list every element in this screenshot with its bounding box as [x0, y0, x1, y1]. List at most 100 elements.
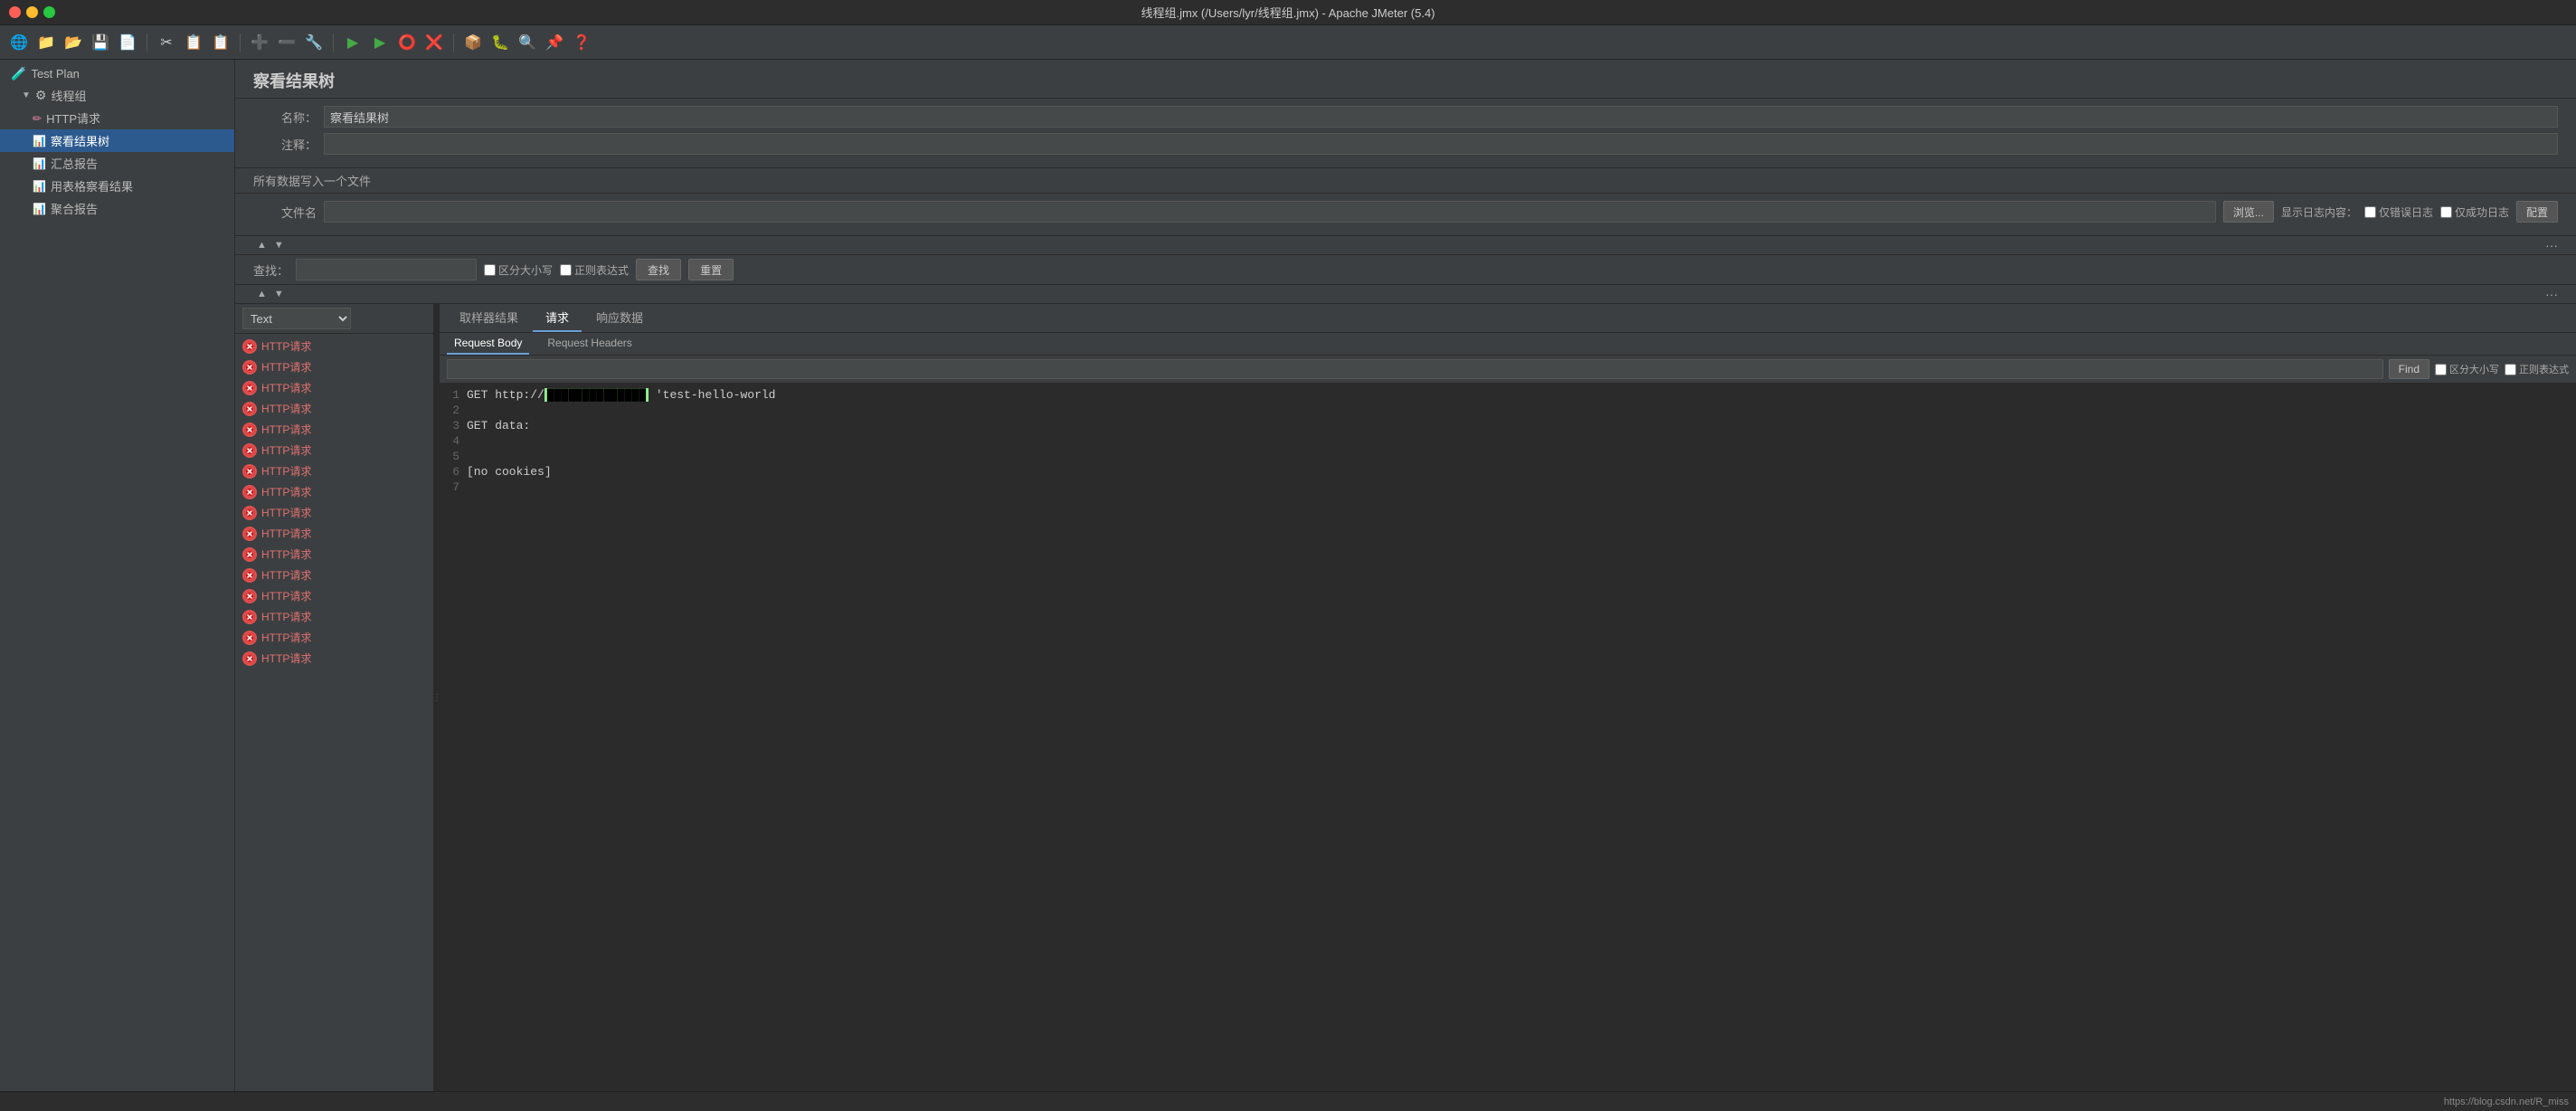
request-item[interactable]: HTTP请求	[235, 523, 433, 544]
sidebar-item-http-request[interactable]: ✏ HTTP请求	[0, 107, 234, 129]
request-item[interactable]: HTTP请求	[235, 440, 433, 461]
comment-input[interactable]	[324, 133, 2558, 155]
toolbar-clear-btn[interactable]: 📦	[461, 31, 485, 54]
browse-button[interactable]: 浏览...	[2223, 201, 2274, 223]
request-item[interactable]: HTTP请求	[235, 648, 433, 669]
find-case-checkbox[interactable]	[2435, 364, 2447, 375]
toolbar-search-btn[interactable]: 🔍	[516, 31, 539, 54]
toolbar-settings-btn[interactable]: 🔧	[302, 31, 326, 54]
toolbar-shutdown-btn[interactable]: ❌	[422, 31, 446, 54]
find-regex-checkbox[interactable]	[2505, 364, 2516, 375]
error-only-check[interactable]: 仅错误日志	[2364, 204, 2433, 220]
toolbar-remote-btn[interactable]: 📌	[543, 31, 566, 54]
tab-response-data[interactable]: 响应数据	[583, 304, 656, 332]
request-label: HTTP请求	[261, 609, 311, 624]
find-input[interactable]	[447, 359, 2383, 379]
sub-tab-request-body[interactable]: Request Body	[447, 333, 529, 355]
request-label: HTTP请求	[261, 567, 311, 583]
toolbar-start-btn[interactable]: ▶	[341, 31, 365, 54]
regex-label: 正则表达式	[574, 262, 629, 278]
request-item[interactable]: HTTP请求	[235, 461, 433, 481]
up-arrow-btn[interactable]: ▲	[253, 238, 270, 252]
tab-sampler-result[interactable]: 取样器结果	[447, 304, 531, 332]
tab-request[interactable]: 请求	[533, 304, 582, 332]
request-item[interactable]: HTTP请求	[235, 356, 433, 377]
search-input[interactable]	[296, 259, 477, 280]
regex-checkbox[interactable]	[560, 264, 572, 276]
format-dropdown[interactable]: Text HTML JSON XML	[242, 308, 351, 329]
sidebar-item-view-results-tree[interactable]: 📊 察看结果树	[0, 129, 234, 152]
find-case-label: 区分大小写	[2449, 362, 2499, 376]
request-item[interactable]: HTTP请求	[235, 565, 433, 585]
toolbar-add-btn[interactable]: ➕	[248, 31, 271, 54]
dropdown-row: Text HTML JSON XML	[235, 304, 433, 334]
error-icon	[242, 485, 257, 499]
code-view: 1 GET http://██████████████ 'test-hello-…	[440, 384, 2576, 1091]
sidebar-item-view-results-table[interactable]: 📊 用表格察看结果	[0, 175, 234, 197]
request-label: HTTP请求	[261, 526, 311, 541]
toolbar-new-btn[interactable]: 🌐	[7, 31, 31, 54]
toolbar-copy-btn[interactable]: 📋	[182, 31, 205, 54]
down-arrow-btn-2[interactable]: ▼	[270, 287, 288, 301]
find-btn[interactable]: Find	[2389, 359, 2429, 379]
toolbar-paste-btn[interactable]: 📋	[209, 31, 232, 54]
request-item[interactable]: HTTP请求	[235, 606, 433, 627]
code-line-3: 3 GET data:	[440, 418, 2576, 433]
error-only-checkbox[interactable]	[2364, 206, 2376, 218]
toolbar-clear-all-btn[interactable]: 🐛	[488, 31, 512, 54]
toolbar-save-btn[interactable]: 💾	[89, 31, 112, 54]
request-item[interactable]: HTTP请求	[235, 377, 433, 398]
filename-input[interactable]	[324, 201, 2216, 223]
sidebar-item-thread-group[interactable]: ▼ ⚙ 线程组	[0, 84, 234, 107]
all-data-row: 所有数据写入一个文件	[235, 168, 2576, 194]
request-item[interactable]: HTTP请求	[235, 627, 433, 648]
all-data-text: 所有数据写入一个文件	[253, 175, 371, 188]
more-options-btn-1[interactable]: ···	[2545, 238, 2558, 252]
request-item[interactable]: HTTP请求	[235, 585, 433, 606]
success-only-check[interactable]: 仅成功日志	[2440, 204, 2509, 220]
toolbar-start-no-pause-btn[interactable]: ▶	[368, 31, 392, 54]
sidebar-item-test-plan[interactable]: 🧪 Test Plan	[0, 63, 234, 84]
more-options-btn-2[interactable]: ···	[2545, 287, 2558, 301]
close-window-button[interactable]	[9, 6, 21, 18]
toolbar-stop-btn[interactable]: ⭕	[395, 31, 419, 54]
find-regex-check[interactable]: 正则表达式	[2505, 362, 2569, 376]
up-arrow-btn-2[interactable]: ▲	[253, 287, 270, 301]
toolbar-help-btn[interactable]: ❓	[570, 31, 593, 54]
down-arrow-btn[interactable]: ▼	[270, 238, 288, 252]
find-button[interactable]: 查找	[636, 259, 681, 280]
sidebar-item-aggregate-report[interactable]: 📊 聚合报告	[0, 197, 234, 220]
sidebar-item-summary-report[interactable]: 📊 汇总报告	[0, 152, 234, 175]
request-item[interactable]: HTTP请求	[235, 544, 433, 565]
toolbar-remove-btn[interactable]: ➖	[275, 31, 298, 54]
request-label: HTTP请求	[261, 338, 311, 354]
sub-tab-request-headers[interactable]: Request Headers	[540, 333, 639, 355]
reset-button[interactable]: 重置	[688, 259, 734, 280]
expand-icon: ▼	[22, 90, 31, 100]
request-item[interactable]: HTTP请求	[235, 336, 433, 356]
maximize-window-button[interactable]	[43, 6, 55, 18]
regex-check[interactable]: 正则表达式	[560, 262, 629, 278]
find-case-check[interactable]: 区分大小写	[2435, 362, 2499, 376]
success-only-checkbox[interactable]	[2440, 206, 2452, 218]
request-item[interactable]: HTTP请求	[235, 502, 433, 523]
toolbar-open-btn[interactable]: 📂	[62, 31, 85, 54]
request-item[interactable]: HTTP请求	[235, 419, 433, 440]
view-results-icon: 📊	[33, 135, 46, 147]
request-label: HTTP请求	[261, 380, 311, 395]
error-icon	[242, 402, 257, 416]
toolbar-save-as-btn[interactable]: 📄	[116, 31, 139, 54]
minimize-window-button[interactable]	[26, 6, 38, 18]
request-item[interactable]: HTTP请求	[235, 398, 433, 419]
toolbar-cut-btn[interactable]: ✂	[155, 31, 178, 54]
error-icon	[242, 527, 257, 541]
config-button[interactable]: 配置	[2516, 201, 2558, 223]
name-input[interactable]	[324, 106, 2558, 128]
case-sensitive-check[interactable]: 区分大小写	[484, 262, 553, 278]
line-number-3: 3	[440, 419, 467, 432]
request-item[interactable]: HTTP请求	[235, 481, 433, 502]
sidebar-item-label: 察看结果树	[51, 132, 109, 149]
toolbar-templates-btn[interactable]: 📁	[34, 31, 58, 54]
case-sensitive-checkbox[interactable]	[484, 264, 496, 276]
line-number-5: 5	[440, 450, 467, 463]
